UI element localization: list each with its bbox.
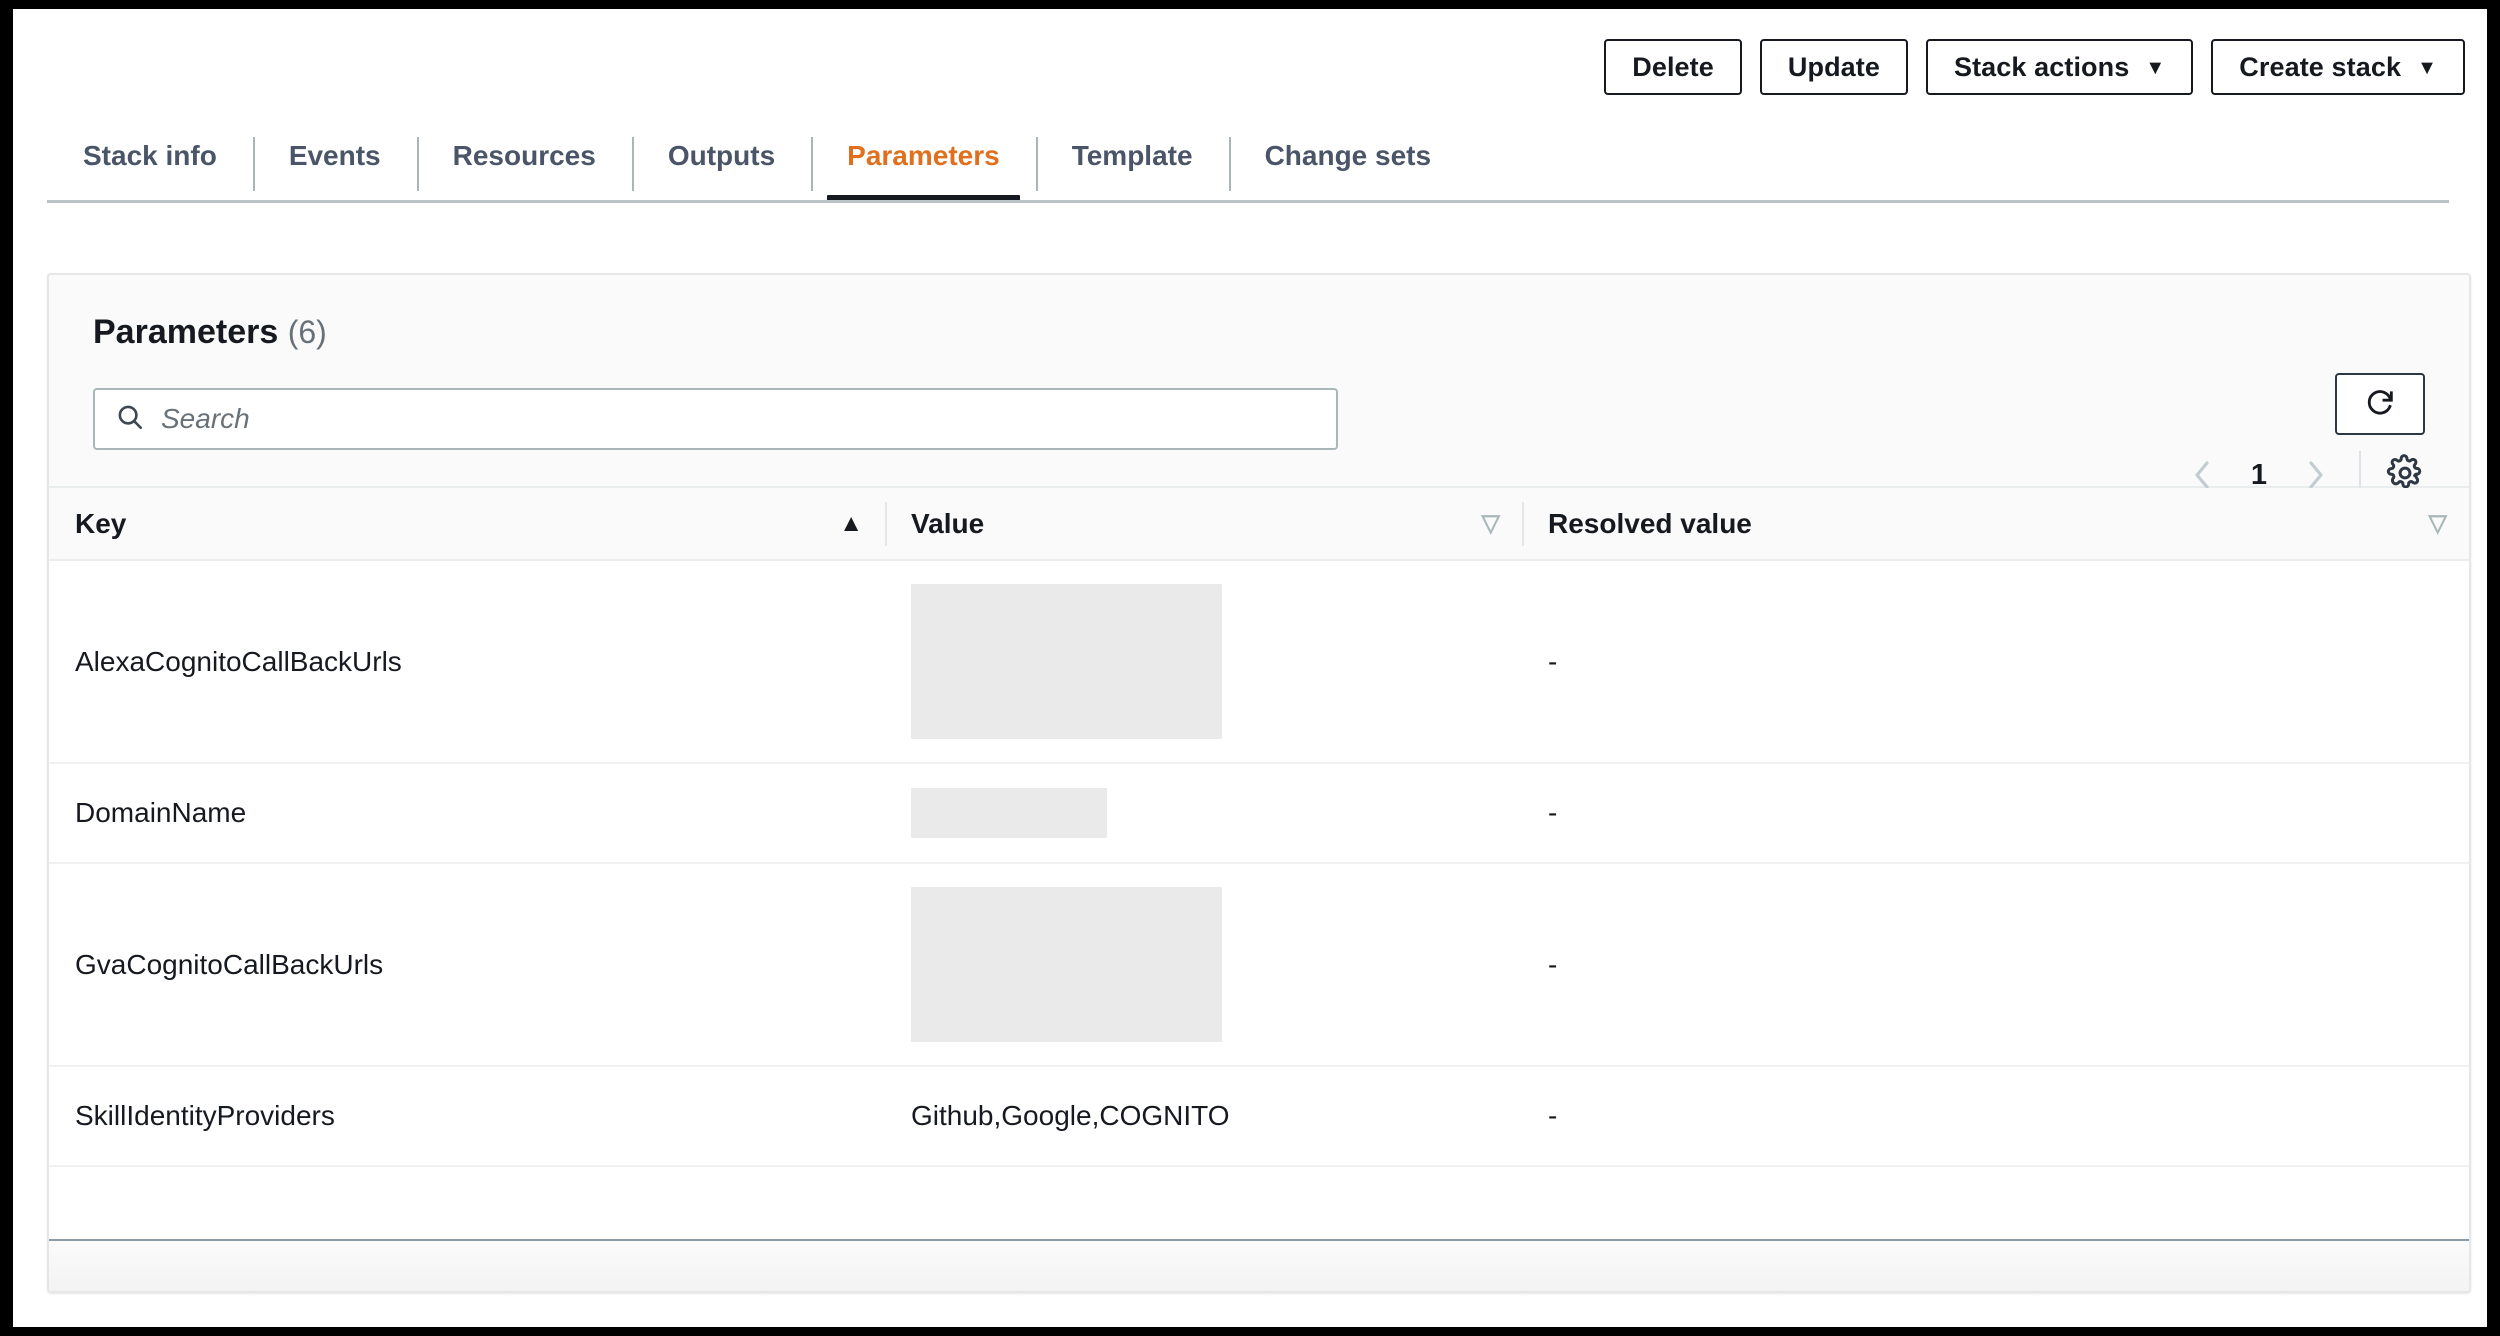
tab-label: Resources	[452, 140, 596, 171]
table-header: Key ▲ Value ▽ Resolved value ▽	[49, 488, 2469, 561]
chevron-down-icon: ▼	[2145, 57, 2166, 79]
tab-divider	[416, 137, 419, 191]
button-label: Create stack	[2239, 51, 2402, 82]
tab-resources[interactable]: Resources	[416, 135, 632, 199]
sort-ascending-icon[interactable]: ▲	[839, 511, 863, 536]
resolved-value: -	[1548, 645, 1558, 677]
cell-value	[885, 560, 1522, 764]
pagination-next-button[interactable]	[2301, 461, 2329, 489]
parameters-table: Key ▲ Value ▽ Resolved value ▽ AlexaCognitoCa…	[49, 488, 2469, 1291]
tab-stack-info[interactable]: Stack info	[47, 135, 253, 199]
column-separator	[1522, 502, 1524, 546]
cell-key: DomainName	[49, 763, 885, 864]
cloudformation-stack-page: Delete Update Stack actions ▼ Create stack ▼ …	[13, 9, 2487, 1327]
tab-divider	[252, 137, 255, 191]
cell-value	[885, 863, 1522, 1067]
table-row[interactable]: SkillIdentityProviders Github,Google,COGN…	[49, 1066, 2469, 1167]
cell-value: Github,Google,COGNITO	[885, 1066, 1522, 1167]
table-body: AlexaCognitoCallBackUrls - DomainName - GvaC…	[49, 560, 2469, 1291]
parameter-value: Github,Google,COGNITO	[911, 1100, 1230, 1131]
sort-icon[interactable]: ▽	[1482, 511, 1500, 536]
search-field[interactable]	[93, 388, 1338, 450]
column-header-resolved-value[interactable]: Resolved value ▽	[1522, 488, 2469, 561]
table-row[interactable]: GvaCognitoCallBackUrls -	[49, 863, 2469, 1067]
stack-action-toolbar: Delete Update Stack actions ▼ Create stack ▼	[1604, 39, 2465, 95]
tab-events[interactable]: Events	[252, 135, 417, 199]
column-header-label: Key	[75, 507, 127, 539]
stack-detail-tabs: Stack info Events Resources Outputs Paramete…	[13, 135, 2487, 203]
tabs-bottom-rule	[47, 200, 2449, 203]
tab-divider	[1228, 137, 1231, 191]
column-header-inner: Key ▲	[75, 508, 863, 540]
refresh-button[interactable]	[2335, 373, 2425, 435]
cell-key: AlexaCognitoCallBackUrls	[49, 560, 885, 764]
table-row[interactable]: DomainName -	[49, 763, 2469, 864]
chevron-down-icon: ▼	[2417, 57, 2437, 79]
resolved-value: -	[1548, 1100, 1558, 1131]
redacted-value-block	[911, 887, 1222, 1042]
parameters-panel: Parameters (6) Search 1 Key ▲ Value ▽ Re…	[47, 273, 2471, 1293]
tab-label: Parameters	[847, 140, 1000, 171]
pagination-current-page[interactable]: 1	[2251, 459, 2267, 492]
sort-icon[interactable]: ▽	[2429, 511, 2447, 536]
cell-resolved-value: -	[1522, 763, 2469, 864]
update-button[interactable]: Update	[1759, 39, 1908, 95]
stack-actions-button[interactable]: Stack actions ▼	[1925, 39, 2194, 95]
tab-divider	[811, 137, 814, 191]
delete-button[interactable]: Delete	[1604, 39, 1742, 95]
column-header-label: Value	[911, 507, 985, 539]
tab-divider	[631, 137, 634, 191]
tab-divider	[1035, 137, 1038, 191]
column-header-value[interactable]: Value ▽	[885, 488, 1522, 561]
pagination-prev-button[interactable]	[2189, 461, 2217, 489]
parameters-panel-header: Parameters (6) Search 1	[49, 275, 2469, 499]
refresh-icon	[2363, 385, 2397, 424]
tab-parameters[interactable]: Parameters	[811, 135, 1036, 202]
parameter-key: SkillIdentityProviders	[75, 1100, 335, 1131]
cell-key: GvaCognitoCallBackUrls	[49, 863, 885, 1067]
column-header-label: Resolved value	[1548, 507, 1752, 539]
column-header-key[interactable]: Key ▲	[49, 488, 885, 561]
create-stack-button[interactable]: Create stack ▼	[2211, 39, 2465, 95]
cell-key: SkillIdentityProviders	[49, 1066, 885, 1167]
screenshot-frame: Delete Update Stack actions ▼ Create stack ▼ …	[0, 0, 2500, 1336]
tab-label: Events	[288, 140, 381, 171]
search-icon	[115, 402, 145, 437]
table-header-row: Key ▲ Value ▽ Resolved value ▽	[49, 488, 2469, 561]
column-separator	[885, 502, 887, 546]
tab-label: Outputs	[667, 140, 776, 171]
panel-title-text: Parameters	[93, 313, 279, 351]
cell-resolved-value: -	[1522, 863, 2469, 1067]
tab-outputs[interactable]: Outputs	[631, 135, 811, 199]
tab-list: Stack info Events Resources Outputs Paramete…	[47, 135, 1468, 202]
button-label: Stack actions	[1953, 51, 2130, 82]
redacted-value-block	[911, 788, 1107, 838]
resolved-value: -	[1548, 948, 1558, 980]
column-header-inner: Value ▽	[911, 508, 1500, 540]
tab-label: Template	[1071, 140, 1193, 171]
table-row[interactable]: AlexaCognitoCallBackUrls -	[49, 560, 2469, 764]
parameter-key: AlexaCognitoCallBackUrls	[75, 645, 402, 677]
panel-item-count: (6)	[287, 314, 327, 350]
parameter-key: DomainName	[75, 797, 247, 828]
button-label: Delete	[1632, 51, 1714, 82]
tab-template[interactable]: Template	[1035, 135, 1229, 199]
button-label: Update	[1787, 51, 1880, 82]
tab-change-sets[interactable]: Change sets	[1228, 135, 1468, 199]
parameter-key: GvaCognitoCallBackUrls	[75, 948, 384, 980]
resolved-value: -	[1548, 797, 1558, 828]
page-title: Parameters (6)	[93, 313, 327, 352]
tab-label: Stack info	[83, 140, 217, 171]
redacted-value-block	[911, 584, 1222, 739]
cell-resolved-value: -	[1522, 560, 2469, 764]
tab-label: Change sets	[1264, 140, 1432, 171]
column-header-inner: Resolved value ▽	[1548, 508, 2447, 540]
panel-footer	[49, 1239, 2469, 1291]
search-input[interactable]	[161, 403, 1316, 435]
cell-resolved-value: -	[1522, 1066, 2469, 1167]
cell-value	[885, 763, 1522, 864]
